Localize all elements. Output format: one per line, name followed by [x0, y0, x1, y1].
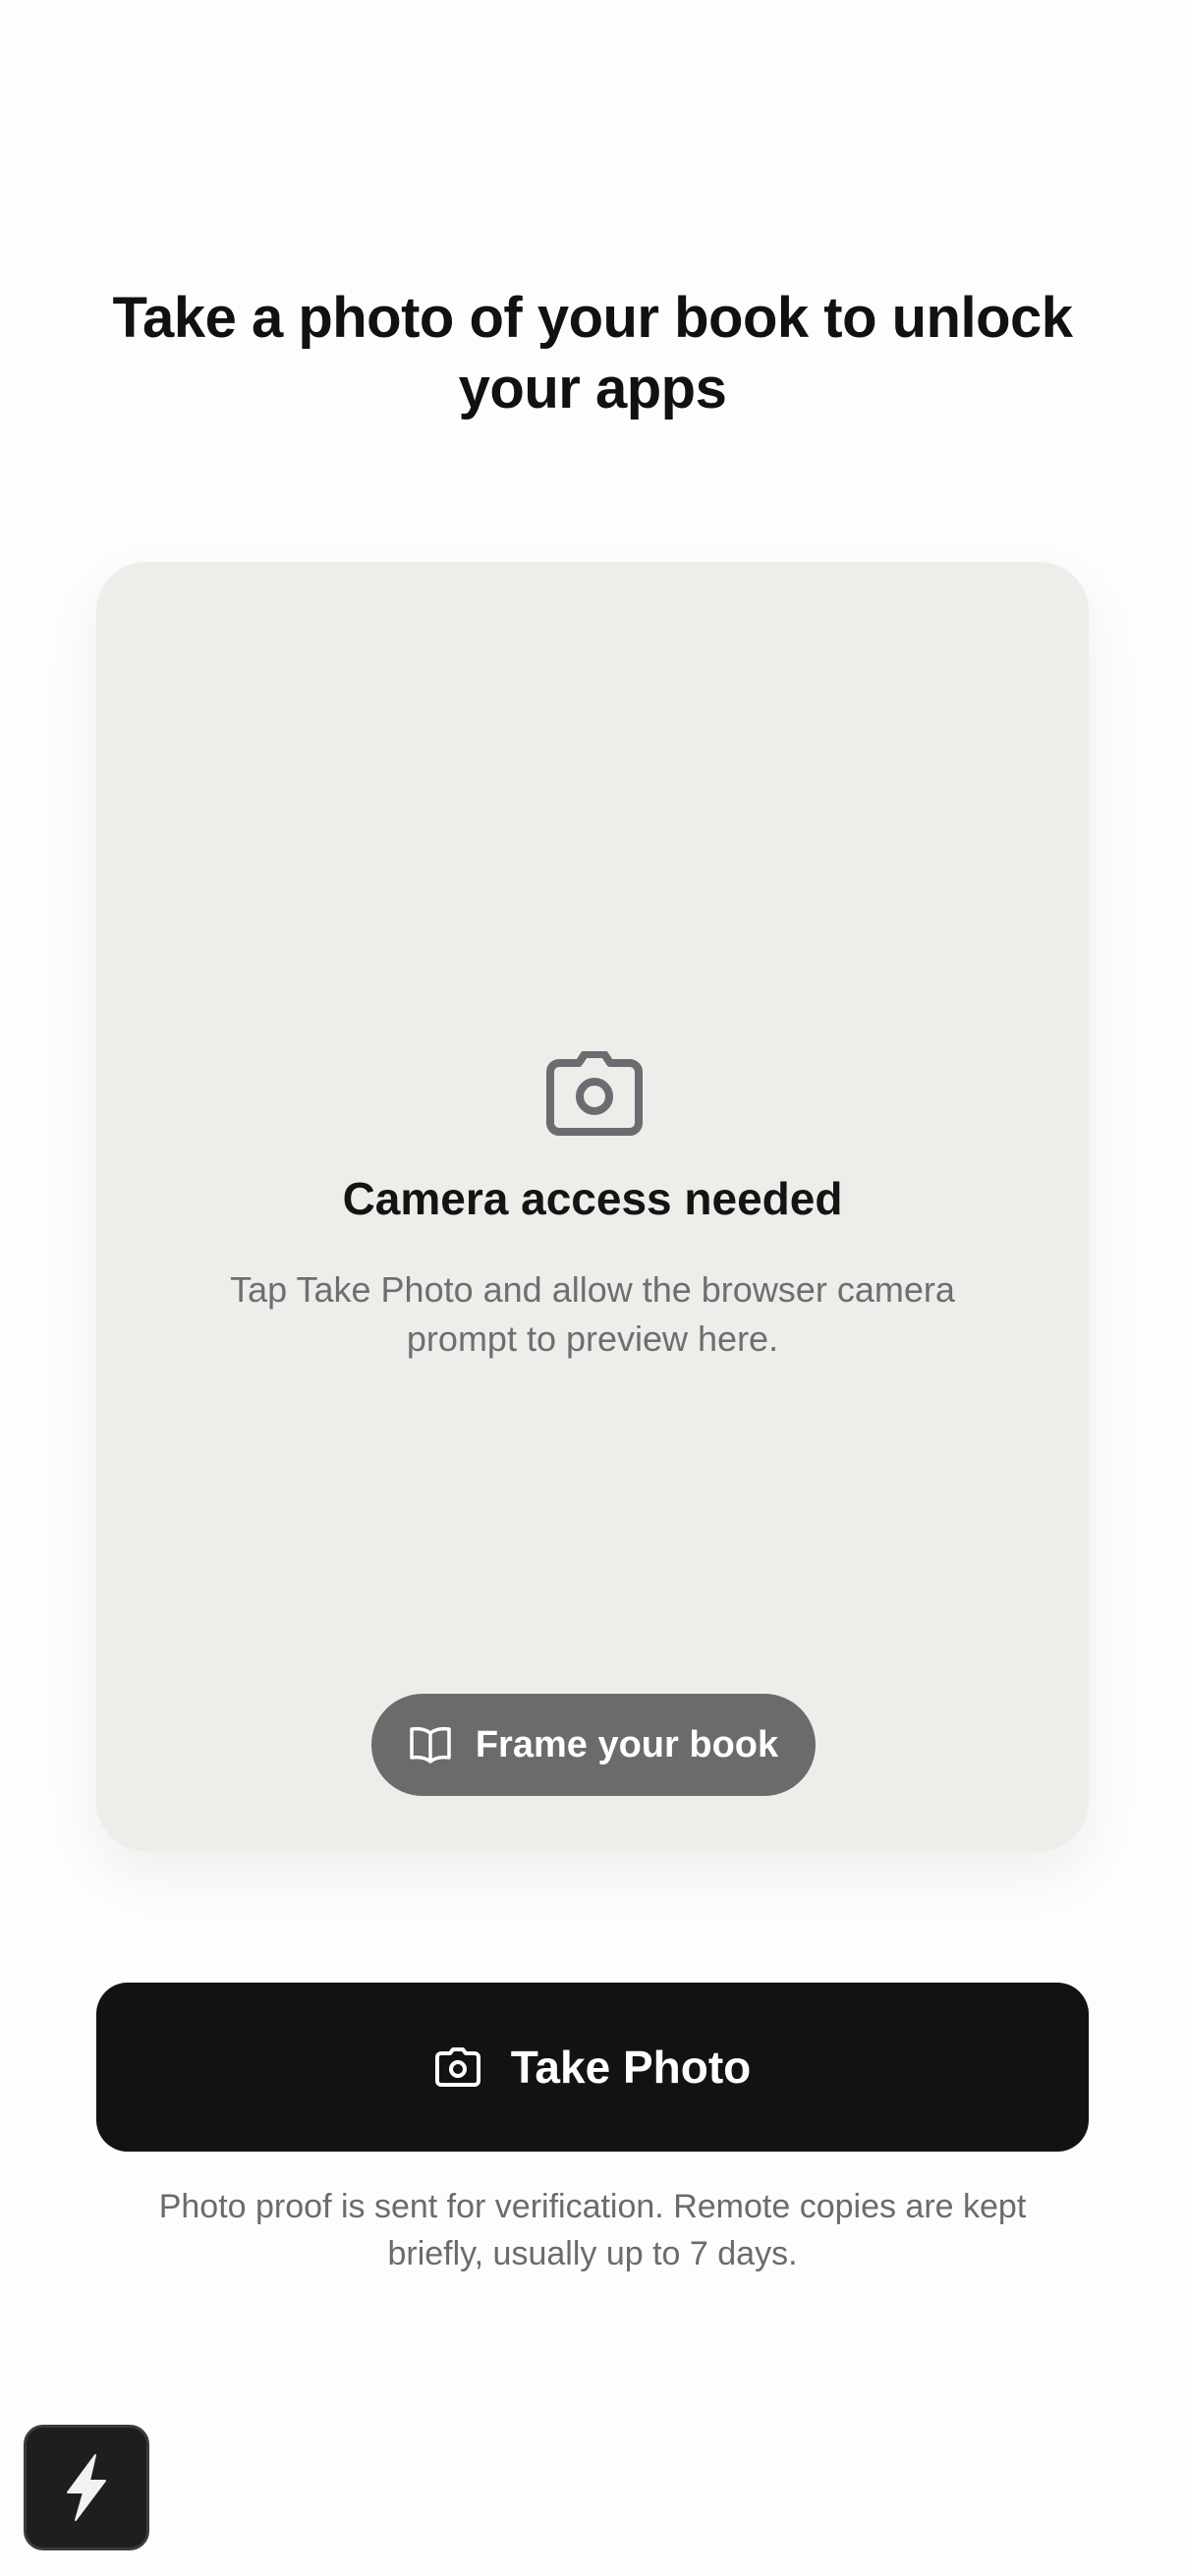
- camera-icon: [546, 1051, 643, 1136]
- camera-preview: Camera access needed Tap Take Photo and …: [96, 562, 1089, 1851]
- camera-icon: [434, 2047, 480, 2087]
- frame-badge-label: Frame your book: [475, 1723, 779, 1765]
- preview-heading: Camera access needed: [342, 1173, 843, 1224]
- page-title: Take a photo of your book to unlock your…: [112, 286, 1073, 420]
- frame-your-book-badge: Frame your book: [371, 1694, 816, 1796]
- quick-action-button[interactable]: [24, 2425, 149, 2550]
- preview-hint: Tap Take Photo and allow the browser cam…: [230, 1269, 955, 1359]
- take-photo-label: Take Photo: [510, 2042, 752, 2093]
- verification-footnote: Photo proof is sent for verification. Re…: [158, 2188, 1027, 2272]
- lightning-bolt-icon: [67, 2454, 106, 2521]
- book-open-icon: [410, 1726, 451, 1764]
- take-photo-button[interactable]: Take Photo: [96, 1983, 1089, 2152]
